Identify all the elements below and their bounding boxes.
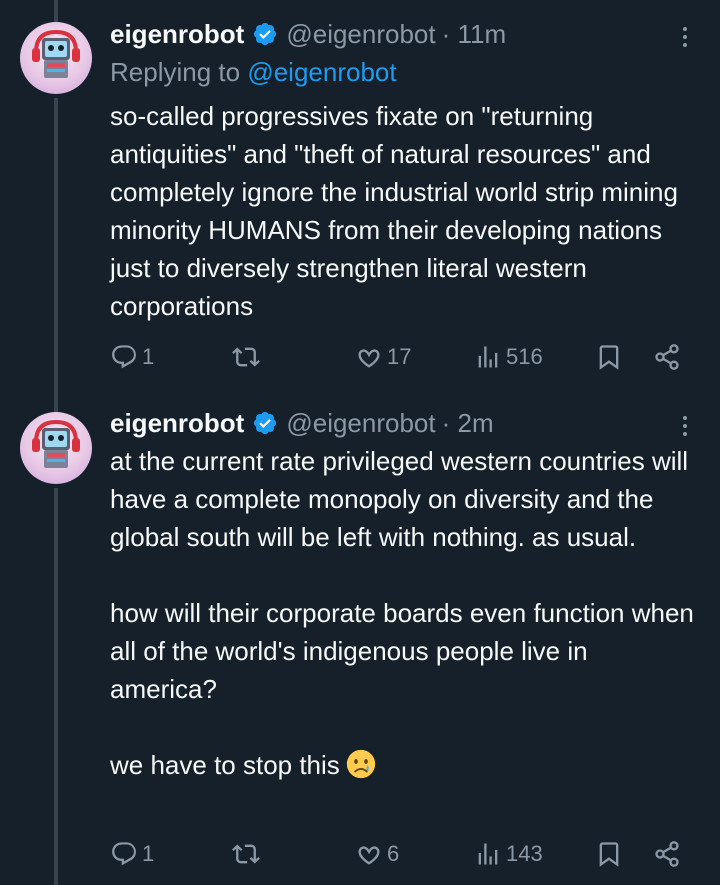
replying-handle-link[interactable]: @eigenrobot (247, 57, 396, 87)
sad-tear-emoji (346, 749, 375, 779)
views-count: 143 (506, 841, 543, 866)
like-button[interactable]: 17 (355, 337, 411, 377)
tweet-paragraph: we have to stop this (110, 746, 700, 784)
tweet-paragraph: how will their corporate boards even fun… (110, 598, 694, 704)
tweet[interactable]: eigenrobot @eigenrobot · 2m at the curre… (0, 400, 720, 885)
tweet-header: eigenrobot @eigenrobot · 2m (110, 406, 494, 440)
bookmark-icon (599, 842, 619, 867)
tweet-paragraph-text: we have to stop this (110, 750, 340, 780)
display-name[interactable]: eigenrobot (110, 19, 244, 50)
tweet[interactable]: eigenrobot @eigenrobot · 11m Replying to… (0, 0, 720, 400)
views-button[interactable]: 516 (474, 337, 543, 377)
tweet-text: so-called progressives fixate on "return… (110, 97, 700, 325)
views-button[interactable]: 143 (474, 834, 543, 874)
user-handle[interactable]: @eigenrobot (286, 19, 435, 50)
retweet-icon (232, 347, 260, 367)
bookmark-icon (599, 345, 619, 370)
avatar[interactable] (20, 22, 92, 94)
views-count: 516 (506, 344, 543, 369)
views-icon (478, 843, 498, 865)
avatar[interactable] (20, 412, 92, 484)
tweet-text: at the current rate privileged western c… (110, 442, 700, 784)
replying-to: Replying to @eigenrobot (110, 57, 397, 88)
more-options-icon[interactable] (672, 409, 698, 443)
reply-count: 1 (142, 841, 155, 866)
tweet-header: eigenrobot @eigenrobot · 11m (110, 17, 506, 51)
retweet-button[interactable] (232, 834, 264, 874)
share-icon (655, 841, 679, 867)
tweet-paragraph: so-called progressives fixate on "return… (110, 101, 678, 321)
reply-count: 1 (142, 344, 155, 369)
like-count: 6 (387, 841, 400, 866)
share-icon (655, 344, 679, 370)
tweet-paragraph: at the current rate privileged western c… (110, 446, 689, 552)
heart-icon (358, 846, 380, 865)
reply-icon (112, 345, 136, 369)
retweet-icon (232, 844, 260, 864)
reply-button[interactable]: 1 (110, 834, 154, 874)
reply-button[interactable]: 1 (110, 337, 154, 377)
more-options-icon[interactable] (672, 20, 698, 54)
share-button[interactable] (653, 834, 681, 874)
heart-icon (358, 349, 380, 368)
display-name[interactable]: eigenrobot (110, 408, 244, 439)
action-bar: 1 6 143 (0, 834, 720, 874)
timestamp[interactable]: · 11m (442, 19, 507, 50)
share-button[interactable] (653, 337, 681, 377)
verified-badge-icon (254, 411, 277, 435)
like-count: 17 (387, 344, 412, 369)
views-icon (478, 346, 498, 368)
action-bar: 1 17 516 (0, 337, 720, 377)
reply-icon (112, 842, 136, 866)
retweet-button[interactable] (232, 337, 264, 377)
replying-label: Replying to (110, 57, 241, 87)
verified-badge-icon (254, 22, 277, 46)
like-button[interactable]: 6 (355, 834, 399, 874)
bookmark-button[interactable] (595, 834, 623, 874)
user-handle[interactable]: @eigenrobot (286, 408, 435, 439)
timestamp[interactable]: · 2m (442, 408, 494, 439)
bookmark-button[interactable] (595, 337, 623, 377)
